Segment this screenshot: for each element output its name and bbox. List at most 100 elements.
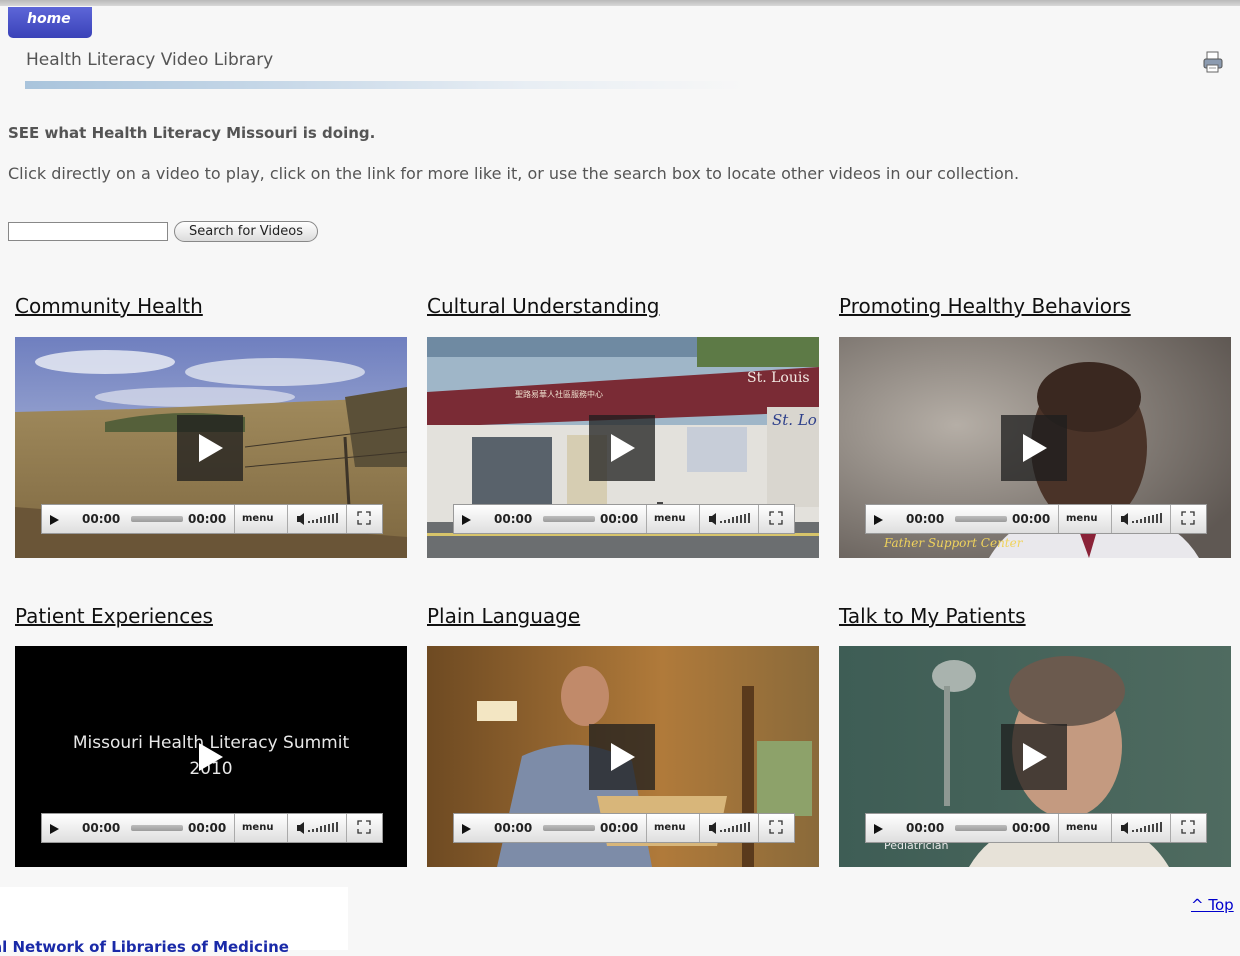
title-underline [25, 81, 745, 89]
divider [1111, 814, 1112, 842]
video-player-cultural-understanding[interactable]: St. Louis St. Lo 聖路易華人社區服務中心 00:00 00:00… [427, 337, 819, 558]
control-play-icon[interactable] [50, 514, 59, 528]
seek-bar[interactable] [955, 516, 1007, 522]
divider [346, 814, 347, 842]
menu-button[interactable]: menu [654, 513, 685, 524]
fullscreen-icon[interactable] [357, 511, 371, 528]
volume-icon[interactable] [1121, 821, 1167, 838]
control-play-icon[interactable] [462, 514, 471, 528]
home-tab[interactable]: home [8, 7, 92, 38]
divider [1058, 505, 1059, 533]
video-player-patient-experiences[interactable]: Missouri Health Literacy Summit 2010 00:… [15, 646, 407, 867]
divider [758, 814, 759, 842]
play-button[interactable] [177, 724, 243, 790]
thumbnail-sign-text: St. Lo [772, 411, 817, 429]
volume-icon[interactable] [709, 821, 755, 838]
menu-button[interactable]: menu [1066, 822, 1097, 833]
divider [758, 505, 759, 533]
page-title: Health Literacy Video Library [26, 50, 274, 70]
play-button[interactable] [1001, 415, 1067, 481]
video-title-plain-language[interactable]: Plain Language [427, 604, 580, 628]
video-player-promoting-healthy-behaviors[interactable]: Father Support Center 00:00 00:00 menu [839, 337, 1231, 558]
current-time: 00:00 [82, 512, 121, 526]
play-button[interactable] [589, 724, 655, 790]
divider [1170, 505, 1171, 533]
play-icon [611, 743, 635, 771]
divider [1111, 505, 1112, 533]
volume-icon[interactable] [297, 821, 343, 838]
menu-button[interactable]: menu [654, 822, 685, 833]
home-tab-label: home [27, 11, 71, 27]
video-title-cultural-understanding[interactable]: Cultural Understanding [427, 294, 659, 318]
top-strip [0, 0, 1240, 6]
duration-time: 00:00 [1012, 512, 1051, 526]
current-time: 00:00 [906, 821, 945, 835]
fullscreen-icon[interactable] [357, 820, 371, 837]
control-play-icon[interactable] [874, 823, 883, 837]
play-button[interactable] [1001, 724, 1067, 790]
fullscreen-icon[interactable] [1181, 820, 1195, 837]
current-time: 00:00 [494, 512, 533, 526]
divider [234, 814, 235, 842]
video-controlbar: 00:00 00:00 menu [41, 813, 383, 843]
current-time: 00:00 [494, 821, 533, 835]
control-play-icon[interactable] [50, 823, 59, 837]
search-button[interactable]: Search for Videos [174, 221, 318, 242]
seek-bar[interactable] [131, 516, 183, 522]
duration-time: 00:00 [600, 821, 639, 835]
play-icon [199, 434, 223, 462]
play-icon [1023, 743, 1047, 771]
video-player-talk-to-my-patients[interactable]: Pediatrician 00:00 00:00 menu [839, 646, 1231, 867]
video-player-plain-language[interactable]: 00:00 00:00 menu [427, 646, 819, 867]
play-icon [1023, 434, 1047, 462]
thumbnail-overlay-text: Father Support Center [883, 536, 1024, 550]
fullscreen-icon[interactable] [769, 511, 783, 528]
menu-button[interactable]: menu [1066, 513, 1097, 524]
volume-icon[interactable] [709, 512, 755, 529]
seek-bar[interactable] [955, 825, 1007, 831]
divider [646, 505, 647, 533]
divider [1170, 814, 1171, 842]
fullscreen-icon[interactable] [1181, 511, 1195, 528]
thumbnail-overlay-text: St. Louis [747, 370, 810, 386]
divider [287, 505, 288, 533]
divider [646, 814, 647, 842]
video-player-community-health[interactable]: 00:00 00:00 menu [15, 337, 407, 558]
divider [287, 814, 288, 842]
search-input[interactable] [8, 222, 168, 241]
seek-bar[interactable] [543, 825, 595, 831]
control-play-icon[interactable] [462, 823, 471, 837]
divider [699, 505, 700, 533]
volume-icon[interactable] [297, 512, 343, 529]
video-title-promoting-healthy-behaviors[interactable]: Promoting Healthy Behaviors [839, 294, 1131, 318]
duration-time: 00:00 [188, 512, 227, 526]
play-button[interactable] [589, 415, 655, 481]
divider [699, 814, 700, 842]
current-time: 00:00 [906, 512, 945, 526]
play-icon [611, 434, 635, 462]
intro-text: Click directly on a video to play, click… [8, 164, 1020, 183]
video-controlbar: 00:00 00:00 menu [865, 504, 1207, 534]
video-title-community-health[interactable]: Community Health [15, 294, 203, 318]
volume-icon[interactable] [1121, 512, 1167, 529]
video-controlbar: 00:00 00:00 menu [41, 504, 383, 534]
video-controlbar: 00:00 00:00 menu [453, 504, 795, 534]
video-title-patient-experiences[interactable]: Patient Experiences [15, 604, 213, 628]
menu-button[interactable]: menu [242, 822, 273, 833]
divider [1058, 814, 1059, 842]
footer-network-text: al Network of Libraries of Medicine [0, 938, 289, 956]
seek-bar[interactable] [131, 825, 183, 831]
play-button[interactable] [177, 415, 243, 481]
fullscreen-icon[interactable] [769, 820, 783, 837]
control-play-icon[interactable] [874, 514, 883, 528]
video-controlbar: 00:00 00:00 menu [865, 813, 1207, 843]
menu-button[interactable]: menu [242, 513, 273, 524]
divider [234, 505, 235, 533]
duration-time: 00:00 [1012, 821, 1051, 835]
video-title-talk-to-my-patients[interactable]: Talk to My Patients [839, 604, 1026, 628]
seek-bar[interactable] [543, 516, 595, 522]
back-to-top-link[interactable]: ^ Top [1191, 896, 1234, 914]
printer-icon[interactable] [1201, 50, 1225, 74]
duration-time: 00:00 [600, 512, 639, 526]
divider [346, 505, 347, 533]
